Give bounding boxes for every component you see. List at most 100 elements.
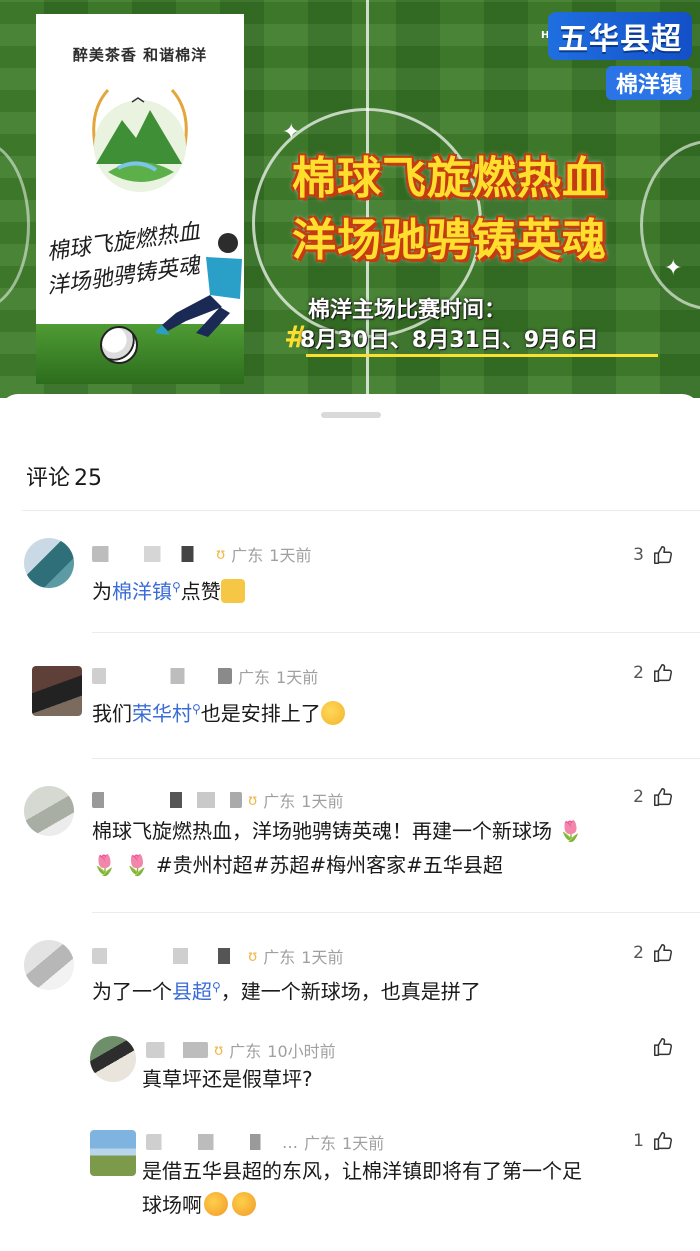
username-blurred[interactable] (92, 546, 210, 562)
comment-text: 为棉洋镇⚲点赞 (92, 570, 245, 609)
topic-link[interactable]: 荣华村 (132, 702, 192, 726)
like-button[interactable]: 2 (633, 662, 674, 684)
comment-location: 广东 (263, 948, 296, 967)
thumbs-up-icon (654, 664, 672, 682)
like-count: 2 (633, 943, 644, 963)
comment-meta: 广东 1天前 (92, 666, 318, 687)
league-logo-town: 棉洋镇 (605, 66, 692, 100)
comment-meta: ʊ 广东 1天前 (92, 790, 344, 811)
comment-text-part: 我们 (92, 701, 132, 726)
divider (92, 912, 700, 913)
username-blurred[interactable] (146, 1134, 276, 1150)
comment-time: 1天前 (269, 546, 312, 565)
comment-meta: ʊ 广东 1天前 (92, 544, 312, 565)
fan-badge-icon: ʊ (216, 545, 226, 563)
divider (92, 632, 700, 633)
comment-text: 为了一个县超⚲，建一个新球场，也真是拼了 (92, 970, 481, 1009)
mountain-logo-icon (92, 88, 188, 192)
like-button[interactable] (652, 1036, 674, 1058)
avatar[interactable] (24, 940, 74, 990)
like-button[interactable]: 2 (633, 786, 674, 808)
comments-title: 评论 25 (26, 460, 102, 492)
penalty-arc-left (0, 140, 30, 310)
comment-location: 广东 (304, 1134, 337, 1153)
video-banner[interactable]: 醉美茶香 和谐棉洋 棉球飞旋燃热血 洋场驰骋铸英魂 HD 五华县超 棉洋镇 ✦ … (0, 0, 700, 398)
comment-meta: ʊ 广东 10小时前 (146, 1040, 336, 1061)
hot-face-emoji (232, 1192, 256, 1216)
comment-time: 1天前 (301, 948, 344, 967)
schedule-underline (306, 354, 658, 357)
comments-title-label: 评论 (26, 466, 71, 491)
player-icon (156, 233, 242, 337)
comment-time: 1天前 (301, 792, 344, 811)
hot-face-emoji (204, 1192, 228, 1216)
divider (22, 510, 700, 511)
comment-text-part: 为了一个 (92, 979, 172, 1004)
thumbs-up-icon (654, 1132, 672, 1150)
penalty-arc (640, 140, 700, 310)
search-icon: ⚲ (172, 580, 181, 594)
comment-text-line-2: 球场啊 (142, 1193, 202, 1217)
comment-location: 广东 (238, 668, 271, 687)
banner-title-line-2: 洋场驰骋铸英魂 (292, 215, 607, 266)
username-blurred[interactable] (146, 1042, 208, 1058)
comment-text: 我们荣华村⚲也是安排上了 (92, 692, 345, 731)
comment-text-part: 也是安排上了 (200, 701, 321, 726)
topic-link[interactable]: 棉洋镇 (112, 580, 172, 604)
thumbs-up-icon (654, 788, 672, 806)
sparkle-icon: ✦ (664, 256, 683, 281)
schedule-dates: 8月30日、8月31日、9月6日 (300, 328, 599, 353)
comment-time: 10小时前 (267, 1042, 336, 1061)
comment-time: 1天前 (342, 1134, 385, 1153)
avatar[interactable] (24, 786, 74, 836)
comment-location: 广东 (263, 792, 296, 811)
comment-text: 是借五华县超的东风，让棉洋镇即将有了第一个足 球场啊 (142, 1154, 682, 1222)
username-blurred[interactable] (92, 948, 242, 964)
fan-badge-icon: ʊ (214, 1041, 224, 1059)
like-count: 1 (633, 1131, 644, 1151)
thumbs-up-icon (654, 546, 672, 564)
comment-text-part: 点赞 (180, 579, 221, 604)
username-blurred[interactable] (92, 792, 242, 808)
like-count: 2 (633, 787, 644, 807)
tulip-emoji: 🌷 (92, 853, 117, 877)
thumbs-up-icon (654, 944, 672, 962)
like-button[interactable]: 1 (633, 1130, 674, 1152)
thinking-face-emoji (320, 700, 345, 725)
comment-text: 棉球飞旋燃热血，洋场驰骋铸英魂！再建一个新球场 🌷 🌷 🌷 #贵州村超#苏超#梅州客家… (92, 814, 682, 882)
username-blurred[interactable] (92, 668, 232, 684)
avatar[interactable] (24, 538, 74, 588)
like-button[interactable]: 2 (633, 942, 674, 964)
search-icon: ⚲ (192, 702, 201, 716)
comment-location: 广东 (229, 1042, 262, 1061)
comment-location: 广东 (231, 546, 264, 565)
like-button[interactable]: 3 (633, 544, 674, 566)
fan-badge-icon: ʊ (248, 947, 258, 965)
avatar[interactable] (90, 1036, 136, 1082)
comment-text-part: ，建一个新球场，也真是拼了 (220, 979, 481, 1004)
comments-sheet: 评论 25 ʊ 广东 1天前 为棉洋镇⚲点赞 3 广东 1天前 我们荣华村⚲也是安… (0, 394, 700, 1251)
comment-meta: ʊ 广东 1天前 (92, 946, 344, 967)
fan-badge-icon: ʊ (248, 791, 258, 809)
comment-text-line-1: 棉球飞旋燃热血，洋场驰骋铸英魂！再建一个新球场 (92, 819, 552, 843)
comment-text: 真草坪还是假草坪? (142, 1067, 313, 1091)
username-suffix: … (282, 1132, 298, 1152)
like-count: 3 (633, 545, 644, 565)
poster-slogan: 醉美茶香 和谐棉洋 (72, 46, 208, 64)
topic-link[interactable]: 县超 (172, 980, 212, 1004)
search-icon: ⚲ (212, 980, 221, 994)
like-count: 2 (633, 663, 644, 683)
soccer-ball-icon (100, 326, 138, 364)
comments-count: 25 (74, 466, 103, 491)
drag-handle[interactable] (321, 412, 381, 418)
comment-text-line-2: #贵州村超#苏超#梅州客家#五华县超 (155, 853, 503, 877)
banner-title-line-1: 棉球飞旋燃热血 (292, 153, 607, 204)
league-logo: 五华县超 棉洋镇 (548, 12, 692, 100)
comment-meta: … 广东 1天前 (146, 1132, 385, 1153)
schedule-label: 棉洋主场比赛时间： (308, 298, 507, 323)
comment-text-part: 为 (92, 579, 112, 604)
divider (92, 758, 700, 759)
avatar[interactable] (32, 666, 82, 716)
tulip-emoji: 🌷 (124, 853, 150, 877)
avatar[interactable] (90, 1130, 136, 1176)
